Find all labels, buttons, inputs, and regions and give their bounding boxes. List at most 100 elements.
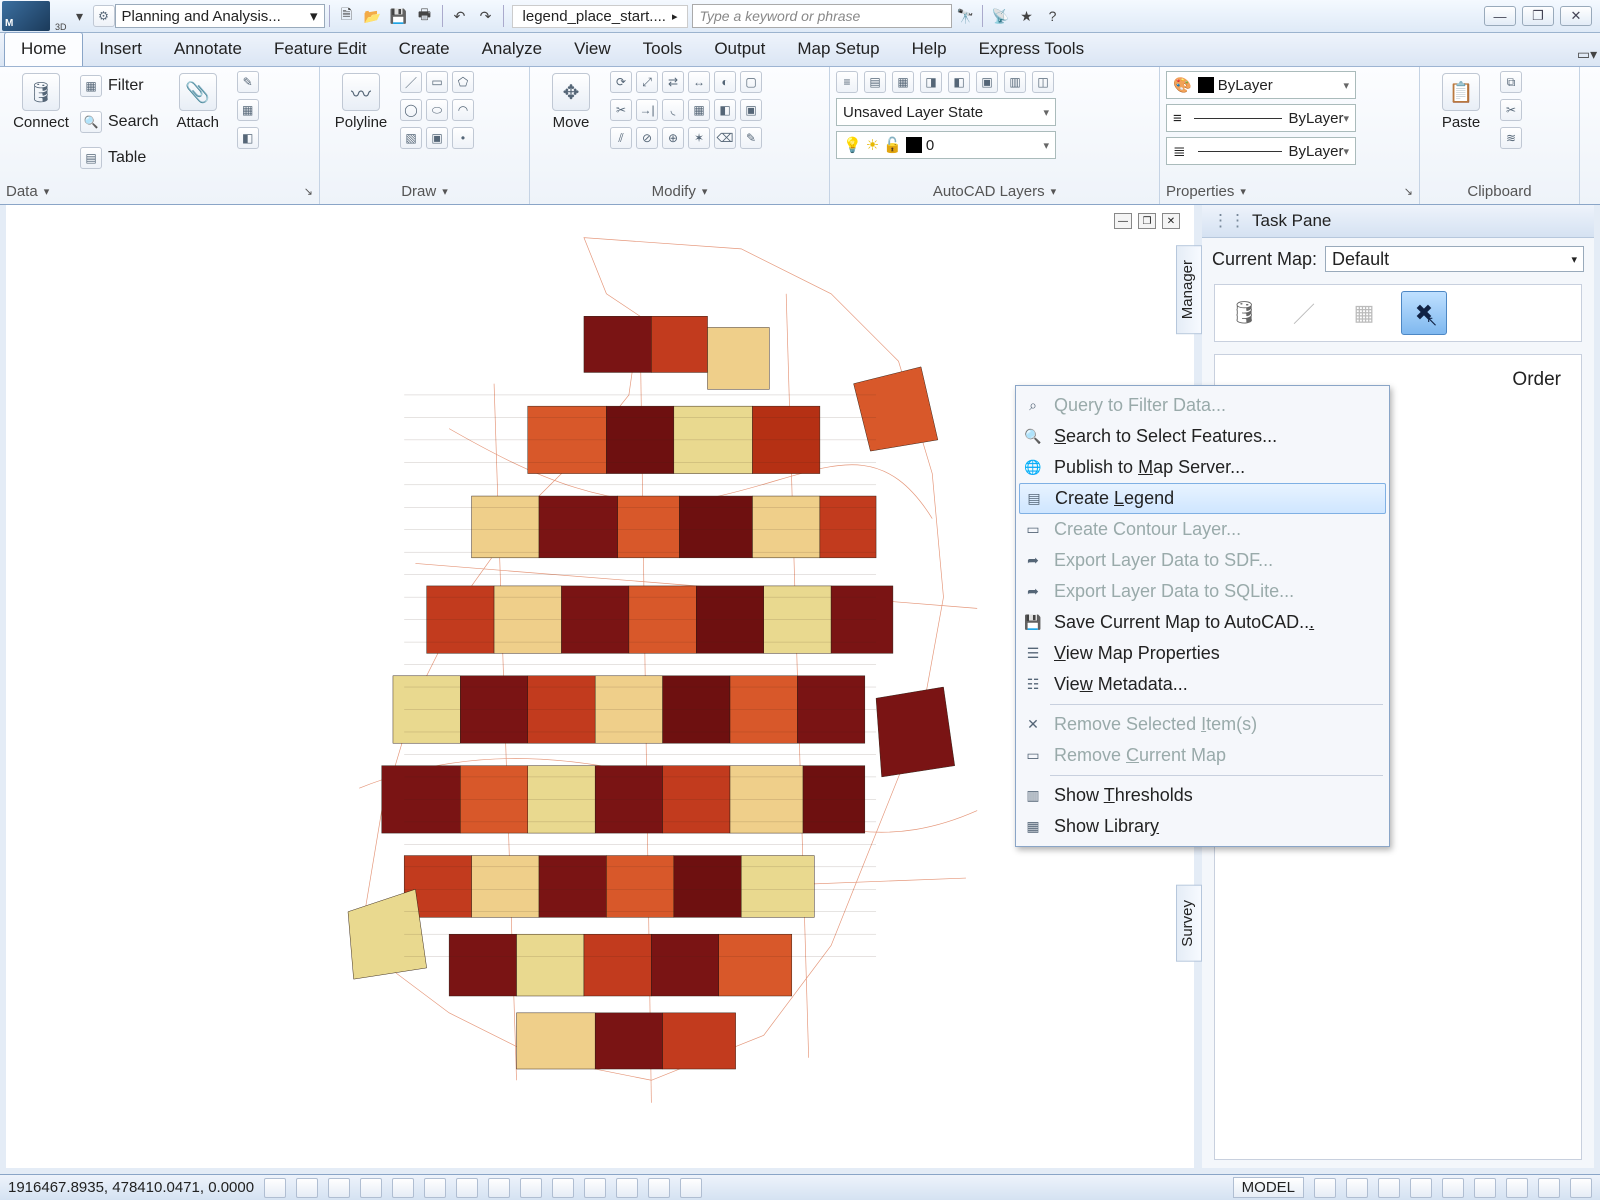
close-button[interactable]: ✕ <box>1560 6 1592 26</box>
search-button[interactable]: 🔍Search <box>80 107 159 137</box>
mod-b-icon[interactable]: ▢ <box>740 71 762 93</box>
tp-style-icon[interactable]: ／ <box>1281 291 1327 335</box>
vtab-display-manager[interactable]: Manager <box>1176 245 1202 334</box>
rotate-icon[interactable]: ⟳ <box>610 71 632 93</box>
layer-t6-icon[interactable]: ▣ <box>976 71 998 93</box>
open-icon[interactable]: 📂 <box>361 4 385 28</box>
menu-item-publish-to-map-server[interactable]: 🌐Publish to Map Server... <box>1016 452 1389 483</box>
print-icon[interactable]: 🖶 <box>413 4 437 28</box>
sb-r7[interactable] <box>1506 1178 1528 1198</box>
minimize-button[interactable]: — <box>1484 6 1516 26</box>
restore-button[interactable]: ❐ <box>1522 6 1554 26</box>
tab-create[interactable]: Create <box>383 33 466 66</box>
mod-d-icon[interactable]: ▣ <box>740 99 762 121</box>
paste-button[interactable]: 📋Paste <box>1426 71 1496 131</box>
line-icon[interactable]: ／ <box>400 71 422 93</box>
document-tab[interactable]: legend_place_start.... ▸ <box>512 5 689 28</box>
sb-12[interactable] <box>616 1178 638 1198</box>
current-map-select[interactable]: Default▾ <box>1325 246 1584 272</box>
tab-tools[interactable]: Tools <box>627 33 699 66</box>
model-space-button[interactable]: MODEL <box>1233 1177 1304 1198</box>
tab-output[interactable]: Output <box>698 33 781 66</box>
arc-icon[interactable]: ◠ <box>452 99 474 121</box>
sb-r5[interactable] <box>1442 1178 1464 1198</box>
join-icon[interactable]: ⊕ <box>662 127 684 149</box>
tp-table-icon[interactable]: ▦ <box>1341 291 1387 335</box>
comm-center-icon[interactable]: 📡 <box>988 4 1012 28</box>
help-icon[interactable]: ? <box>1040 4 1064 28</box>
tab-feature-edit[interactable]: Feature Edit <box>258 33 383 66</box>
prop-color-select[interactable]: 🎨ByLayer▾ <box>1166 71 1356 99</box>
match-icon[interactable]: ≋ <box>1500 127 1522 149</box>
tp-tools-icon[interactable]: ✖↖ <box>1401 291 1447 335</box>
redo-icon[interactable]: ↷ <box>474 4 498 28</box>
group-properties-label[interactable]: Properties▾↘ <box>1166 180 1413 204</box>
tab-analyze[interactable]: Analyze <box>466 33 558 66</box>
app-icon[interactable]: M <box>2 1 50 31</box>
binoculars-icon[interactable]: 🔭 <box>953 4 977 28</box>
tab-help[interactable]: Help <box>896 33 963 66</box>
sb-10[interactable] <box>552 1178 574 1198</box>
filter-button[interactable]: ▦Filter <box>80 71 159 101</box>
current-layer-select[interactable]: 💡 ☀ 🔓 0▾ <box>836 131 1056 159</box>
menu-item-search-to-select-features[interactable]: 🔍Search to Select Features... <box>1016 421 1389 452</box>
save-icon[interactable]: 💾 <box>387 4 411 28</box>
fillet-icon[interactable]: ◟ <box>662 99 684 121</box>
undo-icon[interactable]: ↶ <box>448 4 472 28</box>
erase-icon[interactable]: ⌫ <box>714 127 736 149</box>
sb-r4[interactable] <box>1410 1178 1432 1198</box>
sb-5[interactable] <box>392 1178 414 1198</box>
circle-icon[interactable]: ◯ <box>400 99 422 121</box>
sb-r3[interactable] <box>1378 1178 1400 1198</box>
tab-view[interactable]: View <box>558 33 627 66</box>
sb-7[interactable] <box>456 1178 478 1198</box>
prop-linetype-select[interactable]: ≣ByLayer▾ <box>1166 137 1356 165</box>
polygon-icon[interactable]: ⬠ <box>452 71 474 93</box>
group-layers-label[interactable]: AutoCAD Layers▾ <box>836 180 1153 204</box>
region-icon[interactable]: ▣ <box>426 127 448 149</box>
layer-t2-icon[interactable]: ▤ <box>864 71 886 93</box>
canvas-close-icon[interactable]: ✕ <box>1162 213 1180 229</box>
tab-insert[interactable]: Insert <box>83 33 158 66</box>
layer-t8-icon[interactable]: ◫ <box>1032 71 1054 93</box>
group-draw-label[interactable]: Draw▾ <box>326 180 523 204</box>
point-icon[interactable]: • <box>452 127 474 149</box>
workspace-selector[interactable]: Planning and Analysis... ▾ <box>115 4 325 28</box>
menu-item-view-map-properties[interactable]: ☰View Map Properties <box>1016 638 1389 669</box>
menu-item-show-thresholds[interactable]: ▥Show Thresholds <box>1016 780 1389 811</box>
sb-11[interactable] <box>584 1178 606 1198</box>
sb-r1[interactable] <box>1314 1178 1336 1198</box>
array-icon[interactable]: ▦ <box>688 99 710 121</box>
explode-icon[interactable]: ✶ <box>688 127 710 149</box>
sb-4[interactable] <box>360 1178 382 1198</box>
qat-dropdown-icon[interactable]: ▾ <box>68 4 92 28</box>
tab-home[interactable]: Home <box>4 32 83 66</box>
layer-t4-icon[interactable]: ◨ <box>920 71 942 93</box>
layer-t1-icon[interactable]: ≡ <box>836 71 858 93</box>
sb-r6[interactable] <box>1474 1178 1496 1198</box>
trim-icon[interactable]: ✂ <box>610 99 632 121</box>
layer-t5-icon[interactable]: ◧ <box>948 71 970 93</box>
mod-a-icon[interactable]: ◐ <box>714 71 736 93</box>
sb-r8[interactable] <box>1538 1178 1560 1198</box>
sb-14[interactable] <box>680 1178 702 1198</box>
offset-icon[interactable]: ⫽ <box>610 127 632 149</box>
sb-9[interactable] <box>520 1178 542 1198</box>
tp-data-icon[interactable]: 🛢 <box>1221 291 1267 335</box>
stretch-icon[interactable]: ↔ <box>688 71 710 93</box>
prop-lineweight-select[interactable]: ≡ByLayer▾ <box>1166 104 1356 132</box>
break-icon[interactable]: ⊘ <box>636 127 658 149</box>
sb-r2[interactable] <box>1346 1178 1368 1198</box>
tab-annotate[interactable]: Annotate <box>158 33 258 66</box>
menu-item-show-library[interactable]: ▦Show Library <box>1016 811 1389 842</box>
data-tool-1-icon[interactable]: ✎ <box>237 71 259 93</box>
polyline-button[interactable]: 〰Polyline <box>326 71 396 131</box>
cut-icon[interactable]: ✂ <box>1500 99 1522 121</box>
tab-map-setup[interactable]: Map Setup <box>781 33 895 66</box>
rect-icon[interactable]: ▭ <box>426 71 448 93</box>
favorite-icon[interactable]: ★ <box>1014 4 1038 28</box>
ribbon-options-icon[interactable]: ▭▾ <box>1575 42 1599 66</box>
group-data-label[interactable]: Data▾↘ <box>6 180 313 204</box>
menu-item-view-metadata[interactable]: ☷View Metadata... <box>1016 669 1389 700</box>
connect-button[interactable]: 🛢Connect <box>6 71 76 131</box>
